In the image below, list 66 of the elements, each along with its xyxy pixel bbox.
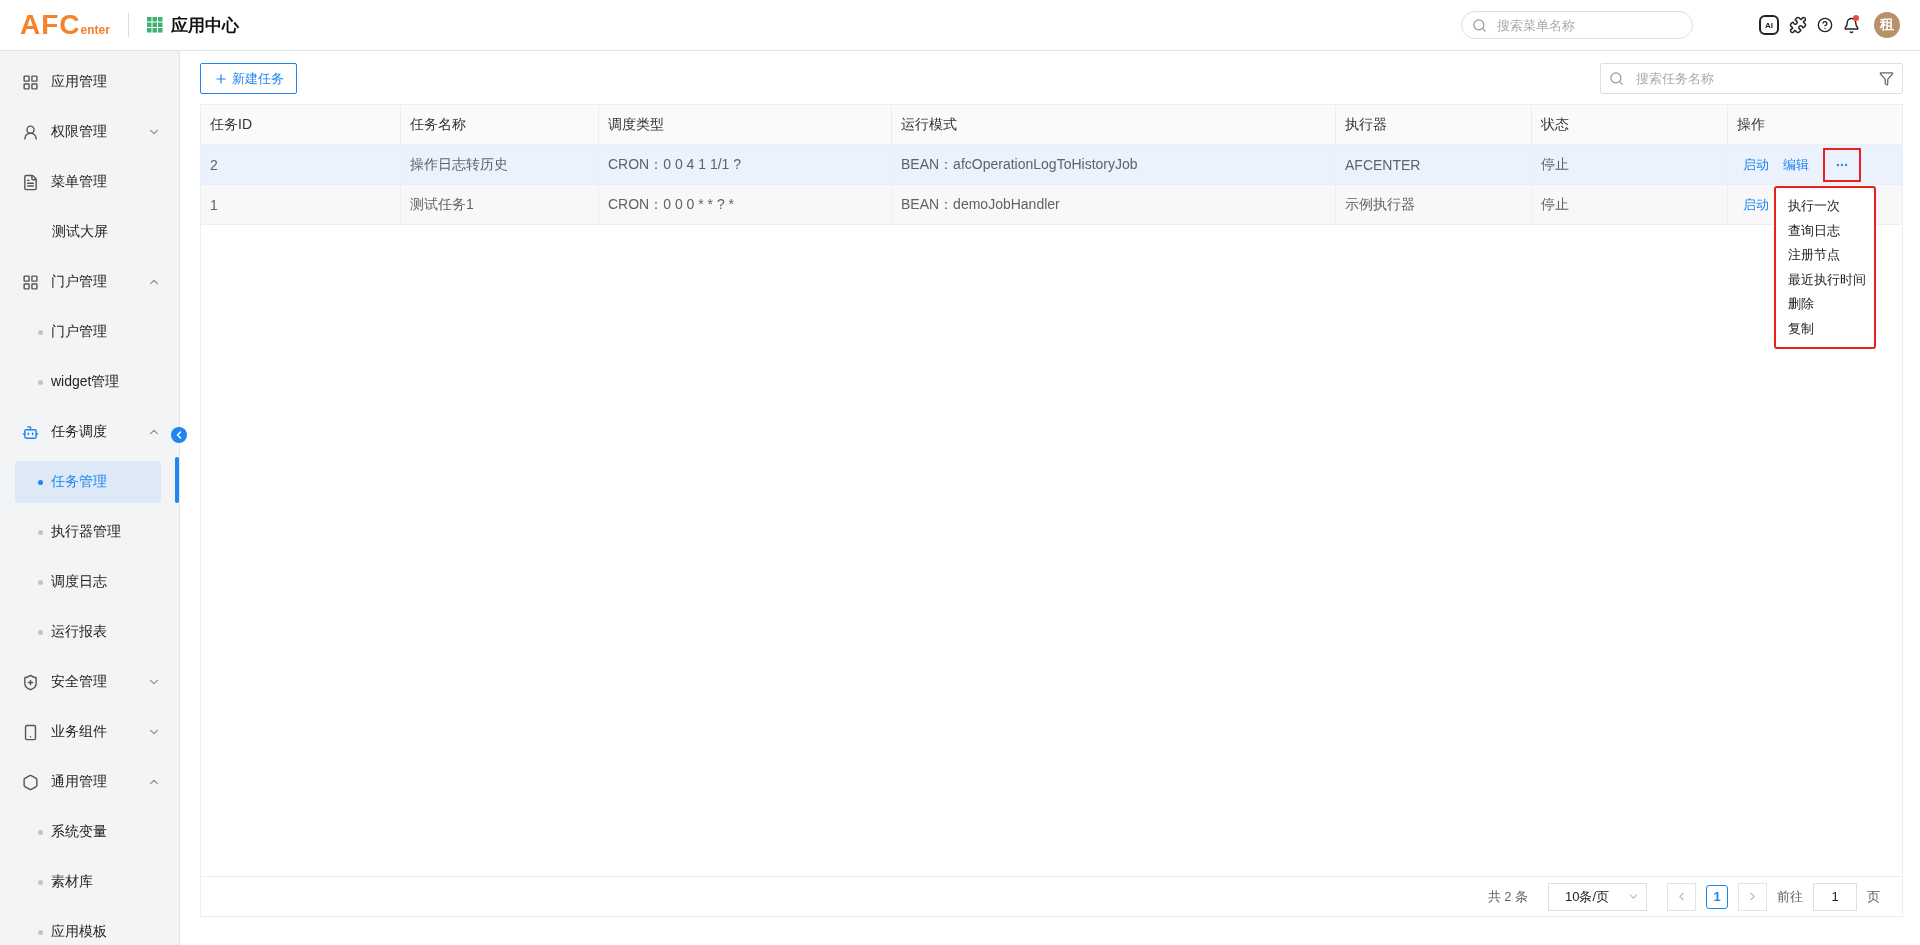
plus-icon [213, 71, 228, 86]
table-cell: CRON：0 0 4 1 1/1 ? [599, 145, 892, 184]
menu-item[interactable]: 注册节点 [1776, 243, 1874, 268]
column-header: 任务ID [201, 105, 401, 144]
menu-item[interactable]: 最近执行时间 [1776, 267, 1874, 292]
plugin-icon[interactable] [1789, 16, 1807, 34]
sidebar-item[interactable]: 门户管理 [0, 257, 179, 307]
sidebar-subitem[interactable]: 执行器管理 [15, 511, 161, 553]
table-cell: 停止 [1532, 185, 1728, 224]
sidebar-item[interactable]: 应用管理 [0, 57, 179, 107]
sidebar-subitem[interactable]: 门户管理 [15, 311, 161, 353]
menu-item[interactable]: 复制 [1776, 316, 1874, 341]
ai-button[interactable]: AI [1759, 15, 1779, 35]
column-header: 任务名称 [401, 105, 599, 144]
sidebar-item[interactable]: 业务组件 [0, 707, 179, 757]
more-actions-button[interactable] [1823, 147, 1861, 182]
table-cell: 操作日志转历史 [401, 145, 599, 184]
table-cell: CRON：0 0 0 * * ? * [599, 185, 892, 224]
table-cell: BEAN：demoJobHandler [892, 185, 1336, 224]
logo: AFCenter [20, 9, 110, 41]
menu-search-input[interactable]: 搜索菜单名称 [1495, 16, 1682, 34]
total-count: 共 2 条 [1487, 887, 1528, 906]
page-size-select[interactable]: 10条/页 [1548, 882, 1647, 911]
app-title: 应用中心 [170, 14, 239, 37]
page-number-button[interactable]: 1 [1706, 884, 1728, 909]
sidebar-item[interactable]: 测试大屏 [0, 207, 179, 257]
table-cell: 测试任务1 [401, 185, 599, 224]
help-icon[interactable] [1817, 17, 1833, 33]
search-icon [1472, 17, 1487, 33]
sidebar-subitem[interactable]: 素材库 [15, 861, 161, 903]
task-search-input[interactable]: 搜索任务名称 [1634, 70, 1869, 87]
sidebar-subitem[interactable]: 应用模板 [15, 911, 161, 945]
sidebar-subitem[interactable]: 运行报表 [15, 611, 161, 653]
sidebar-subitem[interactable]: widget管理 [15, 361, 161, 403]
sidebar-item[interactable]: 任务调度 [0, 407, 179, 457]
scrollbar-thumb[interactable] [175, 457, 179, 503]
page-suffix: 页 [1867, 887, 1880, 906]
table-cell: 示例执行器 [1336, 185, 1532, 224]
menu-item[interactable]: 删除 [1776, 292, 1874, 317]
table-cell: 1 [201, 185, 401, 224]
row-action-link[interactable]: 启动 [1743, 195, 1769, 214]
sidebar-item[interactable]: 通用管理 [0, 757, 179, 807]
table-cell: AFCENTER [1336, 145, 1532, 184]
search-icon [1609, 71, 1624, 86]
goto-page-field[interactable]: 1 [1813, 882, 1857, 911]
notification-bell-icon[interactable] [1843, 16, 1860, 34]
table-cell: 停止 [1532, 145, 1728, 184]
table-cell: 2 [201, 145, 401, 184]
column-header: 调度类型 [599, 105, 892, 144]
table-cell: BEAN：afcOperationLogToHistoryJob [892, 145, 1336, 184]
app-grid-icon [146, 17, 163, 33]
column-header: 执行器 [1336, 105, 1532, 144]
goto-label: 前往 [1777, 887, 1803, 906]
task-search-field[interactable]: 搜索任务名称 [1600, 63, 1903, 94]
sidebar-subitem[interactable]: 调度日志 [15, 561, 161, 603]
column-header: 状态 [1532, 105, 1728, 144]
sidebar-item[interactable]: 菜单管理 [0, 157, 179, 207]
menu-item[interactable]: 执行一次 [1776, 194, 1874, 219]
sidebar-item[interactable]: 安全管理 [0, 657, 179, 707]
sidebar-item[interactable]: 权限管理 [0, 107, 179, 157]
filter-icon[interactable] [1879, 71, 1894, 86]
new-task-button[interactable]: 新建任务 [200, 63, 297, 94]
column-header: 运行模式 [892, 105, 1336, 144]
sidebar-subitem[interactable]: 系统变量 [15, 811, 161, 853]
column-header: 操作 [1736, 114, 1766, 134]
collapse-sidebar-button[interactable] [171, 427, 187, 443]
